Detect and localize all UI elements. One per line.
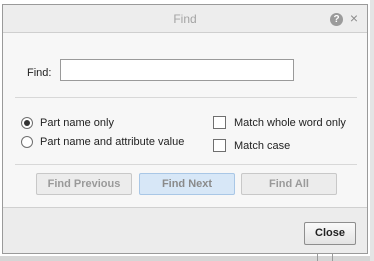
- divider: [15, 97, 357, 98]
- checkbox-label: Match case: [234, 139, 291, 152]
- find-label: Find:: [27, 67, 52, 79]
- checkbox-unchecked-icon[interactable]: [213, 116, 226, 129]
- dialog-content: Find: Part name only Part name and attri…: [3, 33, 367, 207]
- checkbox-label: Match whole word only: [234, 116, 346, 129]
- find-all-button[interactable]: Find All: [241, 173, 337, 195]
- find-dialog: Find ? × Find: Part name only Part name …: [2, 4, 368, 254]
- radio-unselected-icon[interactable]: [21, 136, 33, 148]
- find-previous-button[interactable]: Find Previous: [36, 173, 132, 195]
- find-next-button[interactable]: Find Next: [139, 173, 235, 195]
- close-icon[interactable]: ×: [348, 11, 360, 25]
- dialog-footer: Close: [3, 207, 367, 253]
- radio-part-name-and-attribute[interactable]: Part name and attribute value: [21, 136, 184, 148]
- dialog-title: Find: [173, 12, 197, 26]
- find-input[interactable]: [60, 59, 294, 81]
- help-icon[interactable]: ?: [330, 13, 343, 26]
- radio-selected-icon[interactable]: [21, 117, 33, 129]
- checkbox-match-case[interactable]: Match case: [213, 139, 290, 152]
- radio-label: Part name only: [40, 117, 114, 129]
- dialog-titlebar[interactable]: Find ? ×: [3, 5, 367, 33]
- background-strip-right: [370, 0, 374, 261]
- divider: [15, 164, 357, 165]
- radio-part-name-only[interactable]: Part name only: [21, 117, 114, 129]
- checkbox-unchecked-icon[interactable]: [213, 139, 226, 152]
- radio-label: Part name and attribute value: [40, 136, 185, 148]
- checkbox-match-whole-word[interactable]: Match whole word only: [213, 116, 346, 129]
- close-button[interactable]: Close: [304, 222, 356, 245]
